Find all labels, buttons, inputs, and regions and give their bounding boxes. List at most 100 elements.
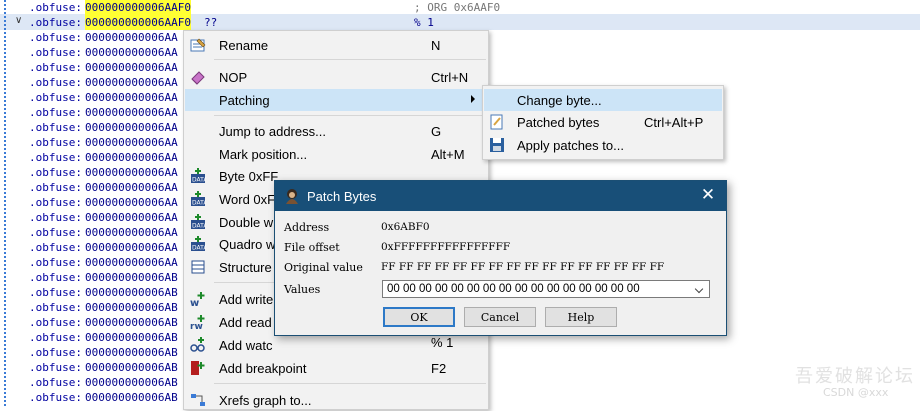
line-address: 000000000006AA [85,136,178,149]
line-value: ?? [204,16,218,29]
line-address: 000000000006AB [85,271,178,284]
menu-label: Word 0xF [219,192,276,207]
menu-item-patching[interactable]: Patching [185,89,487,111]
line-address: 000000000006AA [85,106,178,119]
values-history-dropdown[interactable] [691,280,710,298]
ida-logo-icon [284,188,300,204]
watch-icon [190,337,206,353]
write-watch-icon: w [190,291,206,309]
segment-prefix: .obfuse: [29,91,82,104]
struct-icon [190,259,206,275]
original-value-label: Original value [284,261,363,274]
help-button[interactable]: Help [545,307,617,327]
segment-prefix: .obfuse: [29,271,82,284]
breakpoint-icon [190,360,206,376]
segment-prefix: .obfuse: [29,31,82,44]
menu-label: Patched bytes [517,115,600,130]
original-value: FF FF FF FF FF FF FF FF FF FF FF FF FF F… [381,261,665,273]
segment-prefix: .obfuse: [29,16,82,29]
line-address: 000000000006AA [85,196,178,209]
line-address: 000000000006AA [85,166,178,179]
file-offset-label: File offset [284,241,340,254]
submenu-item-change-byte[interactable]: Change byte... [484,89,722,111]
file-offset-value: 0xFFFFFFFFFFFFFFFF [381,241,511,253]
line-address: 000000000006AA [85,76,178,89]
svg-text:DATA: DATA [192,177,206,184]
cancel-button[interactable]: Cancel [464,307,536,327]
line-comment: % 1 [414,16,434,29]
line-comment: ; ORG 0x6AAF0 [414,1,501,14]
data-word-icon: DATA [190,191,208,207]
values-label: Values [284,283,321,296]
data-byte-icon: DATA [190,168,208,184]
listing-line-selected[interactable]: .obfuse: 000000000006AAF0 ?? % 1 [0,15,434,30]
xrefs-icon [190,392,206,408]
segment-prefix: .obfuse: [29,61,82,74]
svg-text:DATA: DATA [192,200,206,207]
menu-item-jump-to-address[interactable]: Jump to address... G [185,120,487,142]
segment-prefix: .obfuse: [29,211,82,224]
segment-prefix: .obfuse: [29,361,82,374]
menu-shortcut: Ctrl+Alt+P [644,115,704,130]
line-address: 000000000006AA [85,61,178,74]
line-address: 000000000006AA [85,256,178,269]
segment-prefix: .obfuse: [29,331,82,344]
segment-prefix: .obfuse: [29,286,82,299]
submenu-item-patched-bytes[interactable]: Patched bytes Ctrl+Alt+P [484,111,722,133]
submenu-item-apply-patches[interactable]: Apply patches to... [484,134,722,156]
menu-item-nop[interactable]: NOP Ctrl+N [185,66,487,88]
menu-shortcut: G [431,124,442,139]
menu-label: Double w [219,215,274,230]
svg-text:DATA: DATA [192,223,206,230]
chevron-down-icon [694,284,704,294]
line-address: 000000000006AA [85,241,178,254]
line-address: 000000000006AB [85,361,178,374]
values-input[interactable] [382,280,694,298]
line-address: 000000000006AA [85,211,178,224]
save-icon [489,137,505,153]
line-address: 000000000006AB [85,331,178,344]
line-address: 000000000006AA [85,226,178,239]
menu-shortcut: Ctrl+N [431,70,469,85]
segment-prefix: .obfuse: [29,301,82,314]
segment-prefix: .obfuse: [29,391,82,404]
menu-item-add-watch[interactable]: Add watc % 1 [185,334,487,356]
ok-button[interactable]: OK [383,307,455,327]
menu-label: Apply patches to... [517,138,624,153]
svg-text:DATA: DATA [192,245,206,252]
line-address: 000000000006AA [85,91,178,104]
line-address: 000000000006AB [85,376,178,389]
segment-prefix: .obfuse: [29,181,82,194]
segment-prefix: .obfuse: [29,241,82,254]
menu-separator [214,115,486,116]
segment-prefix: .obfuse: [29,46,82,59]
menu-shortcut: N [431,38,441,53]
segment-prefix: .obfuse: [29,166,82,179]
segment-prefix: .obfuse: [29,136,82,149]
patched-bytes-icon [489,114,505,130]
line-address: 000000000006AB [85,346,178,359]
line-address: 000000000006AB [85,301,178,314]
rename-icon [190,37,206,53]
line-address: 000000000006AA [85,151,178,164]
menu-item-add-breakpoint[interactable]: Add breakpoint F2 [185,357,487,379]
patching-submenu: Change byte... Patched bytes Ctrl+Alt+P … [482,85,724,160]
svg-text:w: w [190,298,199,307]
line-address: 000000000006AA [85,121,178,134]
close-icon[interactable]: ✕ [698,185,718,205]
listing-line-header[interactable]: .obfuse: 000000000006AAF0 ; ORG 0x6AAF0 [0,0,500,15]
watermark: 吾爱破解论坛 [795,366,915,387]
dialog-title-bar[interactable]: Patch Bytes ✕ [275,181,726,211]
line-address: 000000000006AB [85,316,178,329]
menu-label: Add read [219,315,272,330]
watermark-sub: CSDN @xxx [823,386,889,399]
menu-item-mark-position[interactable]: Mark position... Alt+M [185,143,487,165]
segment-prefix: .obfuse: [29,196,82,209]
address-label: Address [284,221,330,234]
menu-label: Quadro w [219,237,276,252]
address-value: 0x6ABF0 [381,221,430,233]
submenu-arrow-icon [471,95,475,103]
menu-item-rename[interactable]: Rename N [185,34,487,56]
line-address: 000000000006AA [85,181,178,194]
menu-label: Add breakpoint [219,361,307,376]
